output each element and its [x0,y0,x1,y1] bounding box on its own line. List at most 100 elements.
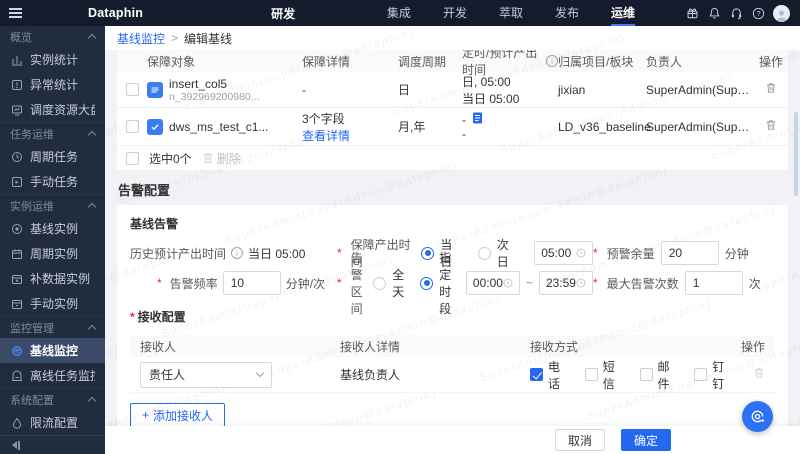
method-dingtalk[interactable]: 钉钉 [694,358,735,392]
promise-nextday-radio[interactable] [477,246,491,260]
time-line1: 日, 05:00 [462,74,511,89]
sidebar-item-baseline-monitor[interactable]: 基线监控 [0,338,105,363]
help-icon[interactable]: ? [751,6,766,21]
delete-row-icon[interactable] [765,82,777,94]
tab-develop[interactable]: 开发 [427,0,483,26]
sidebar-item-label: 调度资源大盘 [30,103,95,117]
method-email[interactable]: 邮件 [639,358,681,392]
sidebar-item-throttle-config[interactable]: 限流配置 [0,410,105,435]
section-header-task-ops[interactable]: 任务运维 [0,123,105,144]
main-area: 基线监控 > 编辑基线 保障对象 保障详情 调度周期 定时/预计产出时间 归属项… [105,26,800,454]
vertical-scrollbar[interactable] [794,112,798,196]
headset-icon[interactable] [729,6,744,21]
max-count-input[interactable] [684,271,743,295]
alert-config-title: 告警配置 [118,183,171,198]
clock-icon [503,278,513,288]
instance-stats-icon [10,53,23,66]
user-avatar[interactable] [773,4,790,22]
required-star: * [157,276,162,290]
method-label: 电话 [548,359,561,391]
range-tilde: ~ [525,276,533,290]
sidebar-item-baseline-instance[interactable]: 基线实例 [0,216,105,241]
method-dingtalk-checkbox[interactable] [694,368,708,381]
product-name[interactable]: 研发 [271,5,295,22]
sidebar-item-label: 限流配置 [30,416,79,430]
row-checkbox[interactable] [125,83,139,96]
col-header-action: 操作 [758,54,783,69]
object-name[interactable]: dws_ms_test_c1... [169,120,268,134]
app-logo: Dataphin [88,6,144,20]
add-receiver-label: 添加接收人 [153,408,214,423]
sidebar-item-manual-instance[interactable]: 手动实例 [0,291,105,316]
info-icon[interactable] [546,55,558,67]
method-phone-checkbox[interactable] [530,368,543,381]
range-start-picker[interactable]: 00:00 [465,271,520,295]
menu-icon[interactable] [0,0,30,26]
info-icon[interactable] [231,247,244,259]
required-star: * [337,276,342,290]
plus-icon: + [142,408,150,422]
required-star: * [130,309,135,324]
range-end-picker[interactable]: 23:59 [538,271,593,295]
sidebar-item-resource-dashboard[interactable]: 调度资源大盘 [0,97,105,122]
batch-delete-icon[interactable]: 删除 [202,150,241,167]
col-header-detail: 保障详情 [302,54,351,69]
tab-publish[interactable]: 发布 [539,0,595,26]
sidebar-item-error-stats[interactable]: 异常统计 [0,72,105,97]
baseline-instance-icon [10,222,23,235]
method-phone[interactable]: 电话 [530,358,571,392]
document-icon[interactable] [472,112,483,127]
section-header-monitor-mgmt[interactable]: 监控管理 [0,317,105,338]
receiver-select[interactable]: 责任人 [140,361,272,388]
method-label: 短信 [602,359,615,391]
sidebar-item-manual-task[interactable]: 手动任务 [0,169,105,194]
col-header-method: 接收方式 [530,339,579,354]
detail-count: 3个字段 [302,111,345,126]
section-header-overview[interactable]: 概览 [0,26,105,47]
cancel-button[interactable]: 取消 [555,429,606,451]
row-checkbox[interactable] [125,120,139,133]
bell-icon[interactable] [707,6,722,21]
sidebar-item-cycle-task[interactable]: 周期任务 [0,144,105,169]
method-email-checkbox[interactable] [639,368,653,381]
tab-extract[interactable]: 萃取 [483,0,539,26]
range-period-radio[interactable] [420,276,434,290]
add-receiver-button[interactable]: + 添加接收人 [130,403,226,426]
section-header-instance-ops[interactable]: 实例运维 [0,195,105,216]
tab-integration[interactable]: 集成 [371,0,427,26]
required-star: * [593,246,598,260]
collapse-sidebar-button[interactable] [0,435,105,454]
section-title: 任务运维 [10,128,54,141]
gift-icon[interactable] [685,6,700,21]
method-label: 邮件 [657,359,670,391]
sidebar-item-offline-task-monitor[interactable]: 离线任务监控 [0,363,105,388]
method-sms-checkbox[interactable] [584,368,598,381]
margin-input[interactable] [660,241,719,265]
sidebar-item-backfill-instance[interactable]: 补数据实例 [0,266,105,291]
table-type-icon-check [147,118,163,135]
object-name[interactable]: insert_col5 [169,77,260,91]
delete-row-icon[interactable] [765,119,777,131]
range-allday-radio[interactable] [373,276,387,290]
section-title: 监控管理 [10,322,54,335]
chevron-up-icon [87,33,97,42]
select-all-checkbox[interactable] [126,151,139,165]
sidebar-section-overview: 概览 实例统计 异常统计 调度资源大盘 [0,26,105,122]
section-title: 实例运维 [10,200,54,213]
support-chat-button[interactable] [742,401,773,432]
sidebar-item-cycle-instance[interactable]: 周期实例 [0,241,105,266]
form-row-2: * 告警频率 分钟/次 * 告警区间 全天 指定时段 00:00 [117,251,788,316]
col-header-cycle: 调度周期 [398,54,447,69]
breadcrumb-parent[interactable]: 基线监控 [117,30,165,47]
section-header-system-config[interactable]: 系统配置 [0,389,105,410]
promise-sameday-radio[interactable] [421,246,435,260]
delete-receiver-icon[interactable] [753,367,765,379]
confirm-button[interactable]: 确定 [621,429,672,451]
frequency-input[interactable] [222,271,281,295]
sidebar-item-instance-stats[interactable]: 实例统计 [0,47,105,72]
view-detail-link[interactable]: 查看详情 [302,127,398,144]
range-period-label[interactable]: 指定时段 [439,249,456,317]
range-allday-label[interactable]: 全天 [392,266,404,300]
method-sms[interactable]: 短信 [584,358,626,392]
tab-ops[interactable]: 运维 [595,0,651,26]
